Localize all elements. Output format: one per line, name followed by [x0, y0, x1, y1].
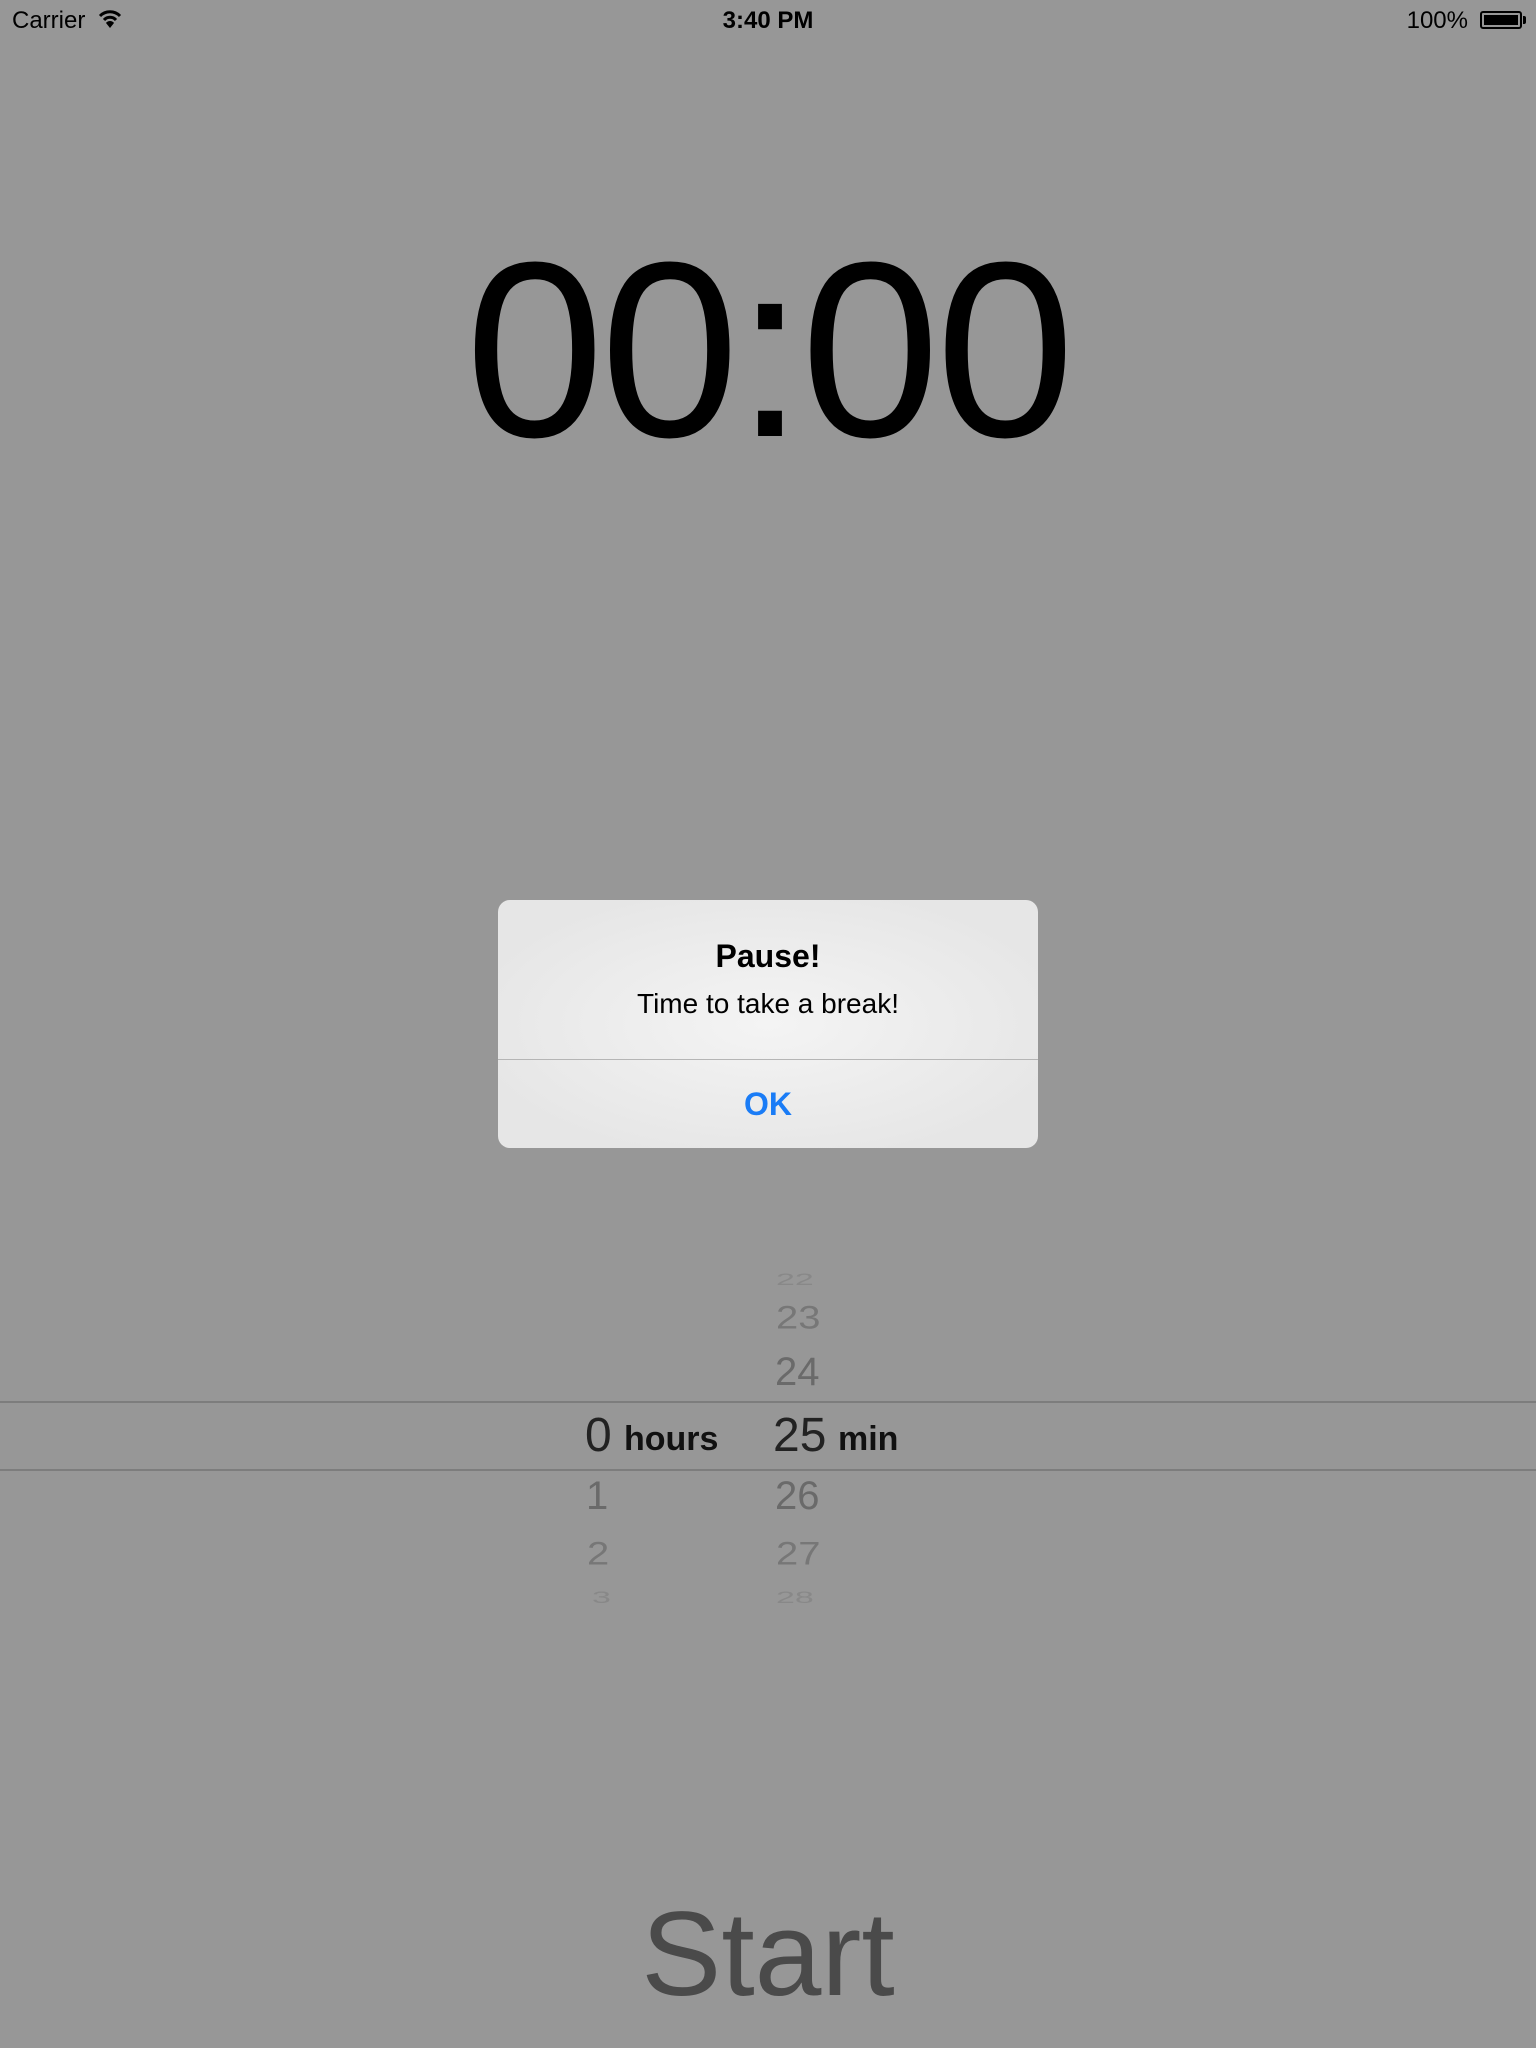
battery-icon [1480, 11, 1522, 29]
hours-option[interactable]: 1 [586, 1474, 608, 1519]
start-button[interactable]: Start [0, 1885, 1536, 2023]
battery-tip [1523, 16, 1526, 24]
minutes-option[interactable]: 27 [776, 1537, 821, 1573]
minutes-option[interactable]: 24 [775, 1350, 820, 1395]
picker-selection-top-line [0, 1401, 1536, 1403]
minutes-option[interactable]: 28 [776, 1588, 814, 1608]
minutes-unit: min [838, 1420, 899, 1458]
minutes-option[interactable]: 26 [775, 1474, 820, 1519]
picker-selection-bottom-line [0, 1469, 1536, 1471]
alert-message: Time to take a break! [637, 988, 899, 1019]
minutes-selected[interactable]: 25 [773, 1408, 826, 1463]
status-time: 3:40 PM [722, 7, 814, 34]
timer-display: 00:00 [465, 210, 1075, 489]
minutes-option[interactable]: 23 [776, 1301, 821, 1337]
alert-dialog: Pause! Time to take a break! OK [498, 900, 1038, 1148]
hours-unit: hours [624, 1420, 719, 1458]
ok-button[interactable]: OK [498, 1060, 1038, 1148]
alert-title: Pause! [715, 938, 821, 974]
hours-selected[interactable]: 0 [585, 1408, 612, 1463]
hours-option[interactable]: 3 [592, 1588, 611, 1608]
battery-percent: 100% [1406, 7, 1468, 34]
minutes-option[interactable]: 22 [776, 1270, 814, 1290]
hours-option[interactable]: 2 [587, 1537, 609, 1573]
status-bar: Carrier 3:40 PM 100% [0, 0, 1536, 40]
